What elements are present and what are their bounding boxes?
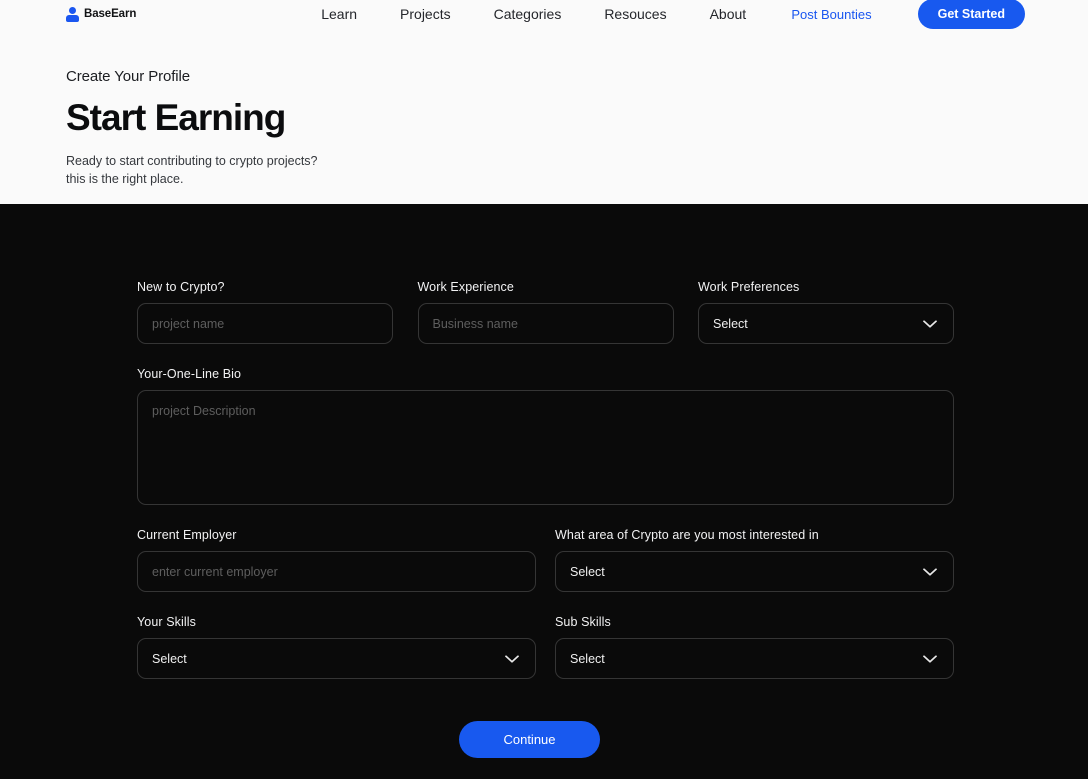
field-label-bio: Your-One-Line Bio	[137, 367, 242, 381]
hero-subtitle-line-1: Ready to start contributing to crypto pr…	[66, 153, 318, 168]
nav-actions: Post Bounties Get Started	[791, 0, 1025, 29]
bio-placeholder: project Description	[152, 404, 256, 418]
current-employer-input[interactable]: enter current employer	[137, 551, 536, 592]
field-label-your-skills: Your Skills	[137, 615, 196, 629]
nav-link-learn[interactable]: Learn	[321, 6, 357, 22]
form-actions: Continue	[137, 721, 954, 758]
hero-eyebrow: Create Your Profile	[66, 68, 191, 85]
bio-textarea[interactable]: project Description	[137, 390, 954, 505]
new-to-crypto-placeholder: project name	[152, 316, 225, 331]
profile-form-section: New to Crypto? project name Work Experie…	[0, 204, 1088, 779]
work-experience-input[interactable]: Business name	[417, 303, 674, 344]
page-root: BaseEarn Learn Projects Categories Resou…	[0, 0, 1088, 779]
post-bounties-link[interactable]: Post Bounties	[791, 7, 871, 22]
field-work-preferences: Work Preferences Select	[698, 280, 954, 344]
current-employer-placeholder: enter current employer	[152, 564, 278, 579]
field-label-sub-skills: Sub Skills	[555, 615, 611, 629]
form-row-1: New to Crypto? project name Work Experie…	[137, 280, 954, 344]
field-crypto-area: What area of Crypto are you most interes…	[555, 528, 954, 592]
top-navigation-bar: BaseEarn Learn Projects Categories Resou…	[0, 0, 1088, 29]
field-sub-skills: Sub Skills Select	[555, 615, 954, 679]
crypto-area-select[interactable]: Select	[555, 551, 954, 592]
field-bio: Your-One-Line Bio project Description	[137, 367, 954, 505]
work-experience-placeholder: Business name	[432, 316, 518, 331]
nav-links: Learn Projects Categories Resouces About	[276, 6, 791, 22]
page-title: Start Earning	[66, 97, 286, 138]
get-started-button[interactable]: Get Started	[917, 0, 1025, 29]
field-label-work-preferences: Work Preferences	[698, 280, 800, 294]
field-current-employer: Current Employer enter current employer	[137, 528, 536, 592]
sub-skills-select[interactable]: Select	[555, 638, 954, 679]
chevron-down-icon	[505, 654, 519, 663]
nav-link-resouces[interactable]: Resouces	[604, 6, 666, 22]
crypto-area-selected-value: Select	[570, 564, 605, 579]
chevron-down-icon	[923, 319, 937, 328]
field-label-work-experience: Work Experience	[417, 280, 514, 294]
person-avatar-icon	[66, 6, 79, 22]
field-work-experience: Work Experience Business name	[417, 280, 674, 344]
work-preferences-select[interactable]: Select	[698, 303, 954, 344]
nav-link-categories[interactable]: Categories	[494, 6, 562, 22]
field-label-crypto-area: What area of Crypto are you most interes…	[555, 528, 819, 542]
brand-logo[interactable]: BaseEarn	[66, 6, 276, 22]
form-row-4: Your Skills Select Sub Skills Select	[137, 615, 954, 679]
field-label-new-to-crypto: New to Crypto?	[137, 280, 225, 294]
field-label-current-employer: Current Employer	[137, 528, 237, 542]
hero-section: BaseEarn Learn Projects Categories Resou…	[0, 0, 1088, 204]
field-your-skills: Your Skills Select	[137, 615, 536, 679]
hero-content: Create Your Profile Start Earning Ready …	[0, 28, 1088, 188]
chevron-down-icon	[923, 567, 937, 576]
sub-skills-selected-value: Select	[570, 651, 605, 666]
brand-name-label: BaseEarn	[84, 8, 137, 20]
your-skills-select[interactable]: Select	[137, 638, 536, 679]
your-skills-selected-value: Select	[152, 651, 187, 666]
nav-link-projects[interactable]: Projects	[400, 6, 451, 22]
profile-form: New to Crypto? project name Work Experie…	[137, 280, 954, 758]
form-row-3: Current Employer enter current employer …	[137, 528, 954, 592]
nav-link-about[interactable]: About	[710, 6, 747, 22]
new-to-crypto-input[interactable]: project name	[137, 303, 393, 344]
work-preferences-selected-value: Select	[713, 316, 748, 331]
field-new-to-crypto: New to Crypto? project name	[137, 280, 393, 344]
hero-subtitle: Ready to start contributing to crypto pr…	[66, 152, 386, 188]
chevron-down-icon	[923, 654, 937, 663]
hero-subtitle-line-2: this is the right place.	[66, 171, 184, 186]
continue-button[interactable]: Continue	[459, 721, 600, 758]
